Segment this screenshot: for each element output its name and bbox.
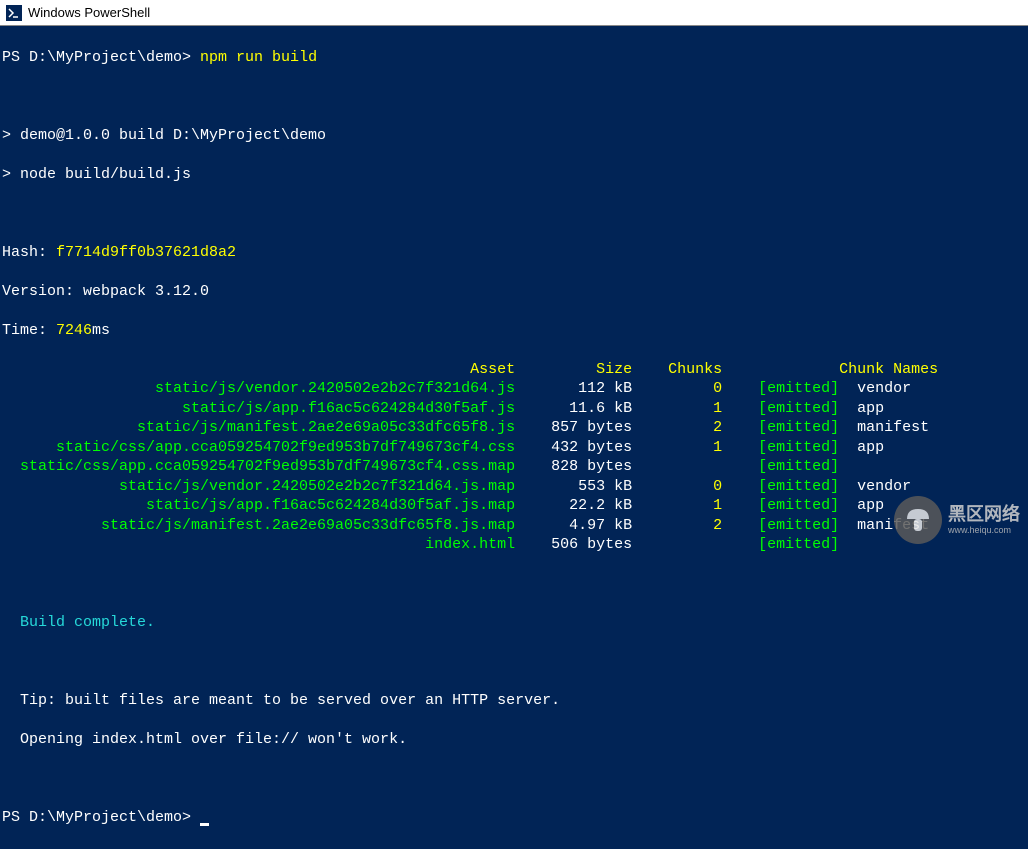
asset-chunks: 2 xyxy=(632,419,722,436)
table-row: static/css/app.cca059254702f9ed953b7df74… xyxy=(2,457,1026,477)
titlebar[interactable]: Windows PowerShell xyxy=(0,0,1028,26)
window-title: Windows PowerShell xyxy=(28,5,150,20)
tip-line: Tip: built files are meant to be served … xyxy=(2,691,1026,711)
prompt-text: PS D:\MyProject\demo> xyxy=(2,809,200,826)
table-row: static/js/app.f16ac5c624284d30f5af.js.ma… xyxy=(2,496,1026,516)
asset-emitted: [emitted] xyxy=(722,478,839,495)
asset-size: 506 bytes xyxy=(515,536,632,553)
time-suffix: ms xyxy=(92,322,110,339)
asset-emitted: [emitted] xyxy=(722,380,839,397)
asset-size: 11.6 kB xyxy=(515,400,632,417)
prompt-text: PS D:\MyProject\demo> xyxy=(2,49,200,66)
mushroom-icon xyxy=(894,496,942,544)
asset-chunks: 2 xyxy=(632,517,722,534)
asset-chunks: 0 xyxy=(632,380,722,397)
powershell-icon xyxy=(6,5,22,21)
asset-chunk-name: app xyxy=(839,497,884,514)
asset-chunk-name: app xyxy=(839,439,884,456)
asset-size: 22.2 kB xyxy=(515,497,632,514)
asset-chunk-name: app xyxy=(839,400,884,417)
asset-chunks: 1 xyxy=(632,400,722,417)
table-row: static/js/manifest.2ae2e69a05c33dfc65f8.… xyxy=(2,418,1026,438)
build-complete-text: Build complete. xyxy=(2,613,1026,633)
table-row: static/js/vendor.2420502e2b2c7f321d64.js… xyxy=(2,379,1026,399)
asset-chunk-name: vendor xyxy=(839,380,911,397)
asset-chunks: 1 xyxy=(632,439,722,456)
hash-value: f7714d9ff0b37621d8a2 xyxy=(56,244,236,261)
hash-label: Hash: xyxy=(2,244,56,261)
asset-emitted: [emitted] xyxy=(722,419,839,436)
asset-chunks xyxy=(632,536,722,553)
watermark: 黑区网络 www.heiqu.com xyxy=(894,496,1020,544)
asset-chunk-name xyxy=(839,458,857,475)
asset-emitted: [emitted] xyxy=(722,536,839,553)
asset-emitted: [emitted] xyxy=(722,458,839,475)
asset-size: 432 bytes xyxy=(515,439,632,456)
asset-size: 4.97 kB xyxy=(515,517,632,534)
version-value: 3.12.0 xyxy=(155,283,209,300)
asset-chunks: 1 xyxy=(632,497,722,514)
table-row: static/js/manifest.2ae2e69a05c33dfc65f8.… xyxy=(2,516,1026,536)
table-header: Asset Size Chunks Chunk Names xyxy=(2,360,1026,380)
asset-size: 828 bytes xyxy=(515,458,632,475)
npm-script-line: > demo@1.0.0 build D:\MyProject\demo xyxy=(2,126,1026,146)
terminal-output[interactable]: PS D:\MyProject\demo> npm run build > de… xyxy=(0,26,1028,849)
asset-emitted: [emitted] xyxy=(722,497,839,514)
asset-size: 553 kB xyxy=(515,478,632,495)
table-row: index.html 506 bytes [emitted] xyxy=(2,535,1026,555)
asset-name: static/js/app.f16ac5c624284d30f5af.js xyxy=(2,400,515,417)
table-row: static/js/app.f16ac5c624284d30f5af.js 11… xyxy=(2,399,1026,419)
asset-chunk-name: manifest xyxy=(839,419,929,436)
table-row: static/js/vendor.2420502e2b2c7f321d64.js… xyxy=(2,477,1026,497)
table-row: static/css/app.cca059254702f9ed953b7df74… xyxy=(2,438,1026,458)
asset-name: static/js/manifest.2ae2e69a05c33dfc65f8.… xyxy=(2,419,515,436)
asset-name: static/js/manifest.2ae2e69a05c33dfc65f8.… xyxy=(2,517,515,534)
version-label: Version: webpack xyxy=(2,283,155,300)
time-value: 7246 xyxy=(56,322,92,339)
asset-chunk-name xyxy=(839,536,857,553)
watermark-url: www.heiqu.com xyxy=(948,525,1020,535)
asset-name: index.html xyxy=(2,536,515,553)
asset-emitted: [emitted] xyxy=(722,400,839,417)
asset-name: static/css/app.cca059254702f9ed953b7df74… xyxy=(2,458,515,475)
asset-name: static/js/vendor.2420502e2b2c7f321d64.js xyxy=(2,380,515,397)
time-label: Time: xyxy=(2,322,56,339)
asset-name: static/js/vendor.2420502e2b2c7f321d64.js… xyxy=(2,478,515,495)
asset-emitted: [emitted] xyxy=(722,439,839,456)
asset-emitted: [emitted] xyxy=(722,517,839,534)
watermark-text: 黑区网络 xyxy=(948,505,1020,525)
asset-size: 857 bytes xyxy=(515,419,632,436)
cursor xyxy=(200,823,209,826)
npm-script-line: > node build/build.js xyxy=(2,165,1026,185)
asset-chunk-name: vendor xyxy=(839,478,911,495)
asset-size: 112 kB xyxy=(515,380,632,397)
asset-name: static/css/app.cca059254702f9ed953b7df74… xyxy=(2,439,515,456)
asset-chunks xyxy=(632,458,722,475)
tip-line: Opening index.html over file:// won't wo… xyxy=(2,730,1026,750)
command-text: npm run build xyxy=(200,49,317,66)
asset-name: static/js/app.f16ac5c624284d30f5af.js.ma… xyxy=(2,497,515,514)
asset-chunks: 0 xyxy=(632,478,722,495)
